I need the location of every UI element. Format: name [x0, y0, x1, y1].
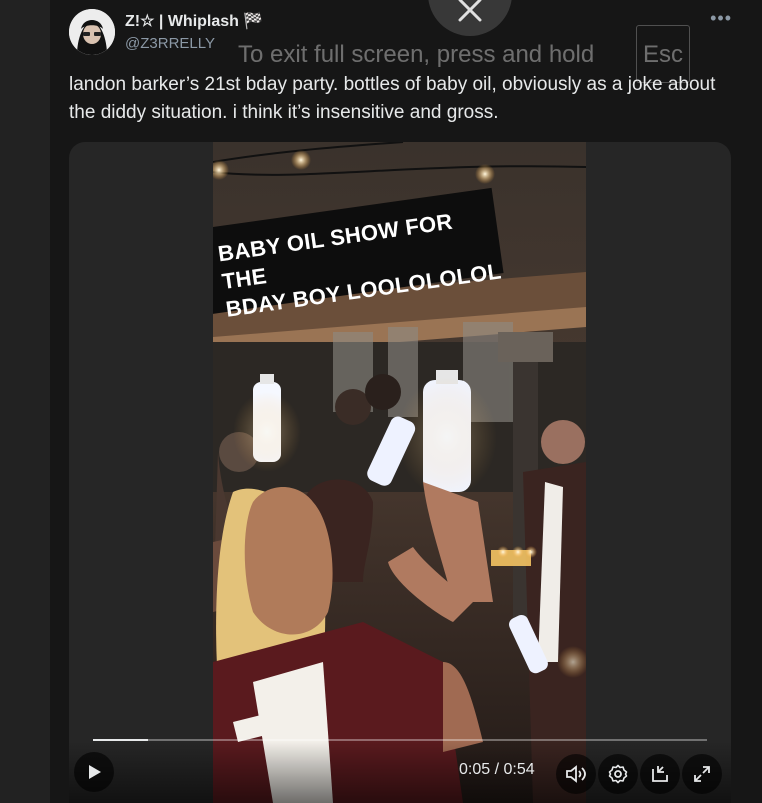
fullscreen-exit-hint: To exit full screen, press and hold — [238, 41, 595, 68]
progress-bar[interactable] — [93, 739, 707, 741]
duration: 0:54 — [503, 761, 535, 778]
progress-fill — [93, 739, 149, 741]
more-horizontal-icon: ••• — [710, 8, 732, 28]
current-time: 0:05 — [459, 761, 491, 778]
more-options-button[interactable]: ••• — [710, 8, 732, 29]
video-controls-bar: 0:05 / 0:54 — [69, 739, 731, 803]
play-button[interactable] — [74, 752, 114, 792]
picture-in-picture-button[interactable] — [640, 754, 680, 794]
video-frame[interactable]: BABY OIL SHOW FOR THE BDAY BOY LOOLOLOLO… — [213, 142, 586, 803]
fullscreen-button[interactable] — [682, 754, 722, 794]
settings-button[interactable] — [598, 754, 638, 794]
time-separator: / — [490, 761, 504, 778]
tweet-article: Z!☆ | Whiplash 🏁 @Z3RRELLY ••• landon ba… — [50, 0, 762, 803]
avatar[interactable] — [69, 9, 115, 55]
mute-button[interactable] — [556, 754, 596, 794]
settings-icon — [608, 764, 628, 784]
video-player[interactable]: BABY OIL SHOW FOR THE BDAY BOY LOOLOLOLO… — [69, 142, 731, 803]
close-icon — [458, 0, 482, 22]
play-icon — [89, 765, 101, 779]
user-handle[interactable]: @Z3RRELLY — [125, 35, 215, 52]
exit-fullscreen-button[interactable] — [428, 0, 512, 36]
picture-in-picture-icon — [652, 766, 668, 782]
left-sidebar-gutter — [0, 0, 51, 803]
fullscreen-icon — [694, 766, 710, 782]
video-time: 0:05 / 0:54 — [459, 761, 535, 779]
volume-icon — [566, 765, 586, 783]
esc-key-hint: Esc — [636, 25, 690, 83]
tweet-text: landon barker’s 21st bday party. bottles… — [69, 74, 716, 123]
display-name[interactable]: Z!☆ | Whiplash 🏁 — [125, 11, 263, 31]
